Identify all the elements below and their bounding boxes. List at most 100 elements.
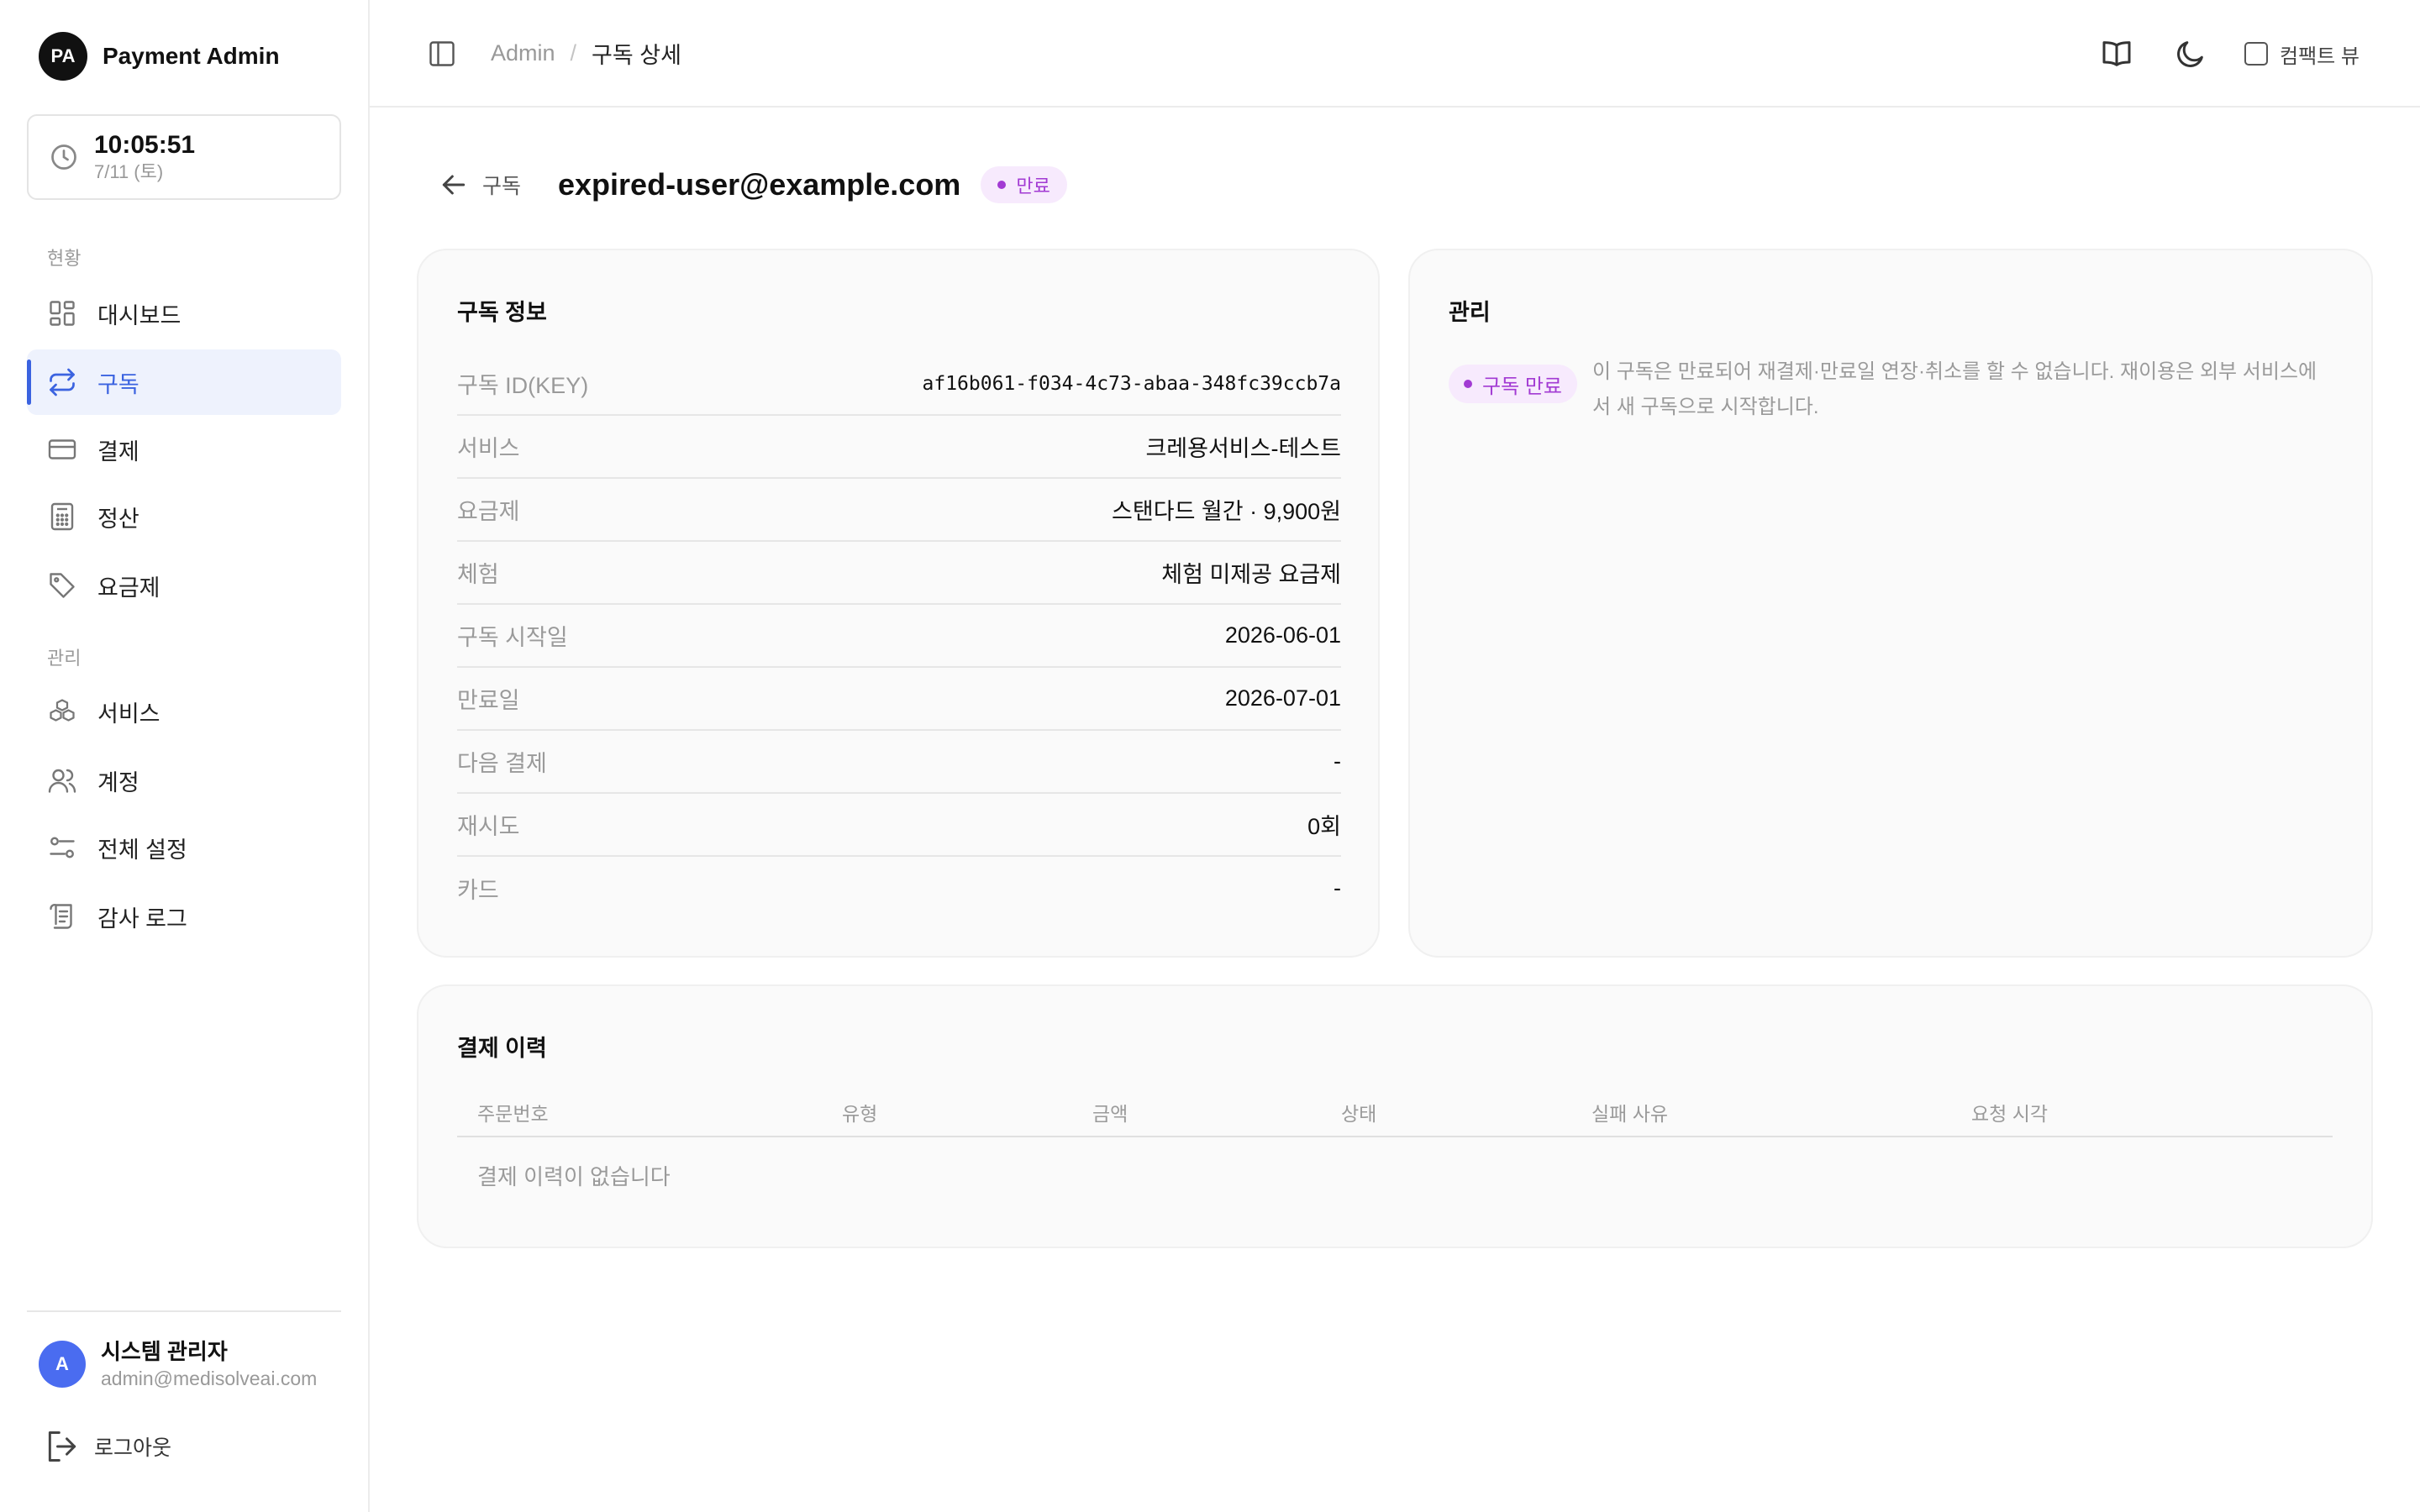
nav-section-manage: 관리 — [47, 648, 82, 669]
sidebar-item-label: 서비스 — [97, 701, 160, 727]
back-button[interactable]: 구독 — [437, 168, 521, 202]
info-value: 0회 — [1307, 814, 1341, 839]
dashboard-icon — [50, 301, 75, 326]
top-actions: 컴팩트 뷰 — [2100, 37, 2360, 71]
arrow-left-icon — [442, 175, 466, 195]
sidebar-toggle-icon[interactable] — [427, 39, 457, 69]
info-value: 스탠다드 월간 · 9,900원 — [1112, 499, 1341, 524]
sidebar-item-label: 계정 — [97, 769, 139, 795]
logout-label: 로그아웃 — [94, 1436, 172, 1460]
payment-history-title: 결제 이력 — [457, 1036, 547, 1061]
empty-state: 결제 이력이 없습니다 — [477, 1163, 671, 1189]
status-badge: 만료 — [981, 166, 1067, 203]
manage-card: 관리 구독 만료 이 구독은 만료되어 재결제·만료일 연장·취소를 할 수 없… — [1408, 249, 2373, 958]
book-open-icon[interactable] — [2100, 37, 2133, 71]
manage-message: 이 구독은 만료되어 재결제·만료일 연장·취소를 할 수 없습니다. 재이용은… — [1592, 360, 2317, 418]
user-profile[interactable]: A 시스템 관리자 admin@medisolveai.com — [39, 1337, 317, 1391]
column-header-failure-reason: 실패 사유 — [1591, 1103, 1669, 1125]
info-value: - — [1334, 748, 1341, 774]
table-header: 주문번호 유형 금액 상태 실패 사유 요청 시각 — [457, 1089, 2333, 1137]
info-label: 서비스 — [457, 436, 520, 461]
sidebar-item-label: 전체 설정 — [97, 837, 187, 863]
sidebar: PA Payment Admin 10:05:51 7/11 (토) 현황 대시… — [0, 0, 370, 1512]
compact-view-toggle[interactable]: 컴팩트 뷰 — [2244, 39, 2360, 69]
sidebar-divider — [27, 1310, 341, 1312]
status-badge-label: 만료 — [1016, 176, 1050, 197]
user-email: admin@medisolveai.com — [101, 1368, 318, 1389]
sidebar-item-services[interactable]: 서비스 — [27, 679, 341, 744]
topbar: Admin / 구독 상세 컴팩트 뷰 — [370, 0, 2420, 108]
info-row-next-payment: 다음 결제 - — [457, 731, 1341, 794]
column-header-requested-at: 요청 시각 — [1971, 1103, 2049, 1125]
expired-badge-label: 구독 만료 — [1482, 375, 1562, 398]
info-label: 재시도 — [457, 814, 520, 839]
sidebar-item-label: 요금제 — [97, 575, 160, 601]
info-row-trial: 체험 체험 미제공 요금제 — [457, 542, 1341, 605]
info-label: 구독 시작일 — [457, 625, 568, 650]
repeat-icon — [50, 368, 75, 396]
manage-body: 구독 만료 이 구독은 만료되어 재결제·만료일 연장·취소를 할 수 없습니다… — [1449, 354, 2332, 425]
info-label: 카드 — [457, 878, 499, 903]
info-value: - — [1334, 875, 1341, 900]
avatar: A — [39, 1341, 86, 1388]
page-header: 구독 expired-user@example.com 만료 — [437, 165, 1067, 205]
sidebar-item-plans[interactable]: 요금제 — [27, 553, 341, 618]
info-label: 만료일 — [457, 688, 520, 713]
info-row-start-date: 구독 시작일 2026-06-01 — [457, 605, 1341, 668]
column-header-type: 유형 — [842, 1103, 878, 1125]
nav-section-status: 현황 — [47, 248, 82, 269]
subscription-info-card: 구독 정보 구독 ID(KEY) af16b061-f034-4c73-abaa… — [417, 249, 1380, 958]
info-label: 요금제 — [457, 499, 520, 524]
info-row-subscription-id: 구독 ID(KEY) af16b061-f034-4c73-abaa-348fc… — [457, 353, 1341, 416]
info-value: 체험 미제공 요금제 — [1161, 562, 1341, 587]
sidebar-item-label: 정산 — [97, 506, 139, 532]
brand-avatar: PA — [39, 32, 87, 81]
payment-history-card: 결제 이력 주문번호 유형 금액 상태 실패 사유 요청 시각 결제 이력이 없… — [417, 984, 2373, 1248]
info-value: af16b061-f034-4c73-abaa-348fc39ccb7a — [922, 372, 1342, 395]
sidebar-item-audit-log[interactable]: 감사 로그 — [27, 884, 341, 949]
clock-card: 10:05:51 7/11 (토) — [27, 114, 341, 200]
app-root: PA Payment Admin 10:05:51 7/11 (토) 현황 대시… — [0, 0, 2420, 1512]
moon-icon[interactable] — [2174, 37, 2207, 71]
sidebar-item-global-settings[interactable]: 전체 설정 — [27, 815, 341, 880]
scroll-icon — [50, 904, 72, 929]
info-label: 체험 — [457, 562, 499, 587]
sidebar-item-subscriptions[interactable]: 구독 — [27, 349, 341, 415]
breadcrumb-current: 구독 상세 — [592, 43, 681, 68]
manage-title: 관리 — [1449, 300, 1491, 325]
breadcrumb: Admin / 구독 상세 — [491, 37, 681, 70]
info-row-service: 서비스 크레용서비스-테스트 — [457, 416, 1341, 479]
subscription-info-list: 구독 ID(KEY) af16b061-f034-4c73-abaa-348fc… — [457, 353, 1341, 920]
breadcrumb-separator: / — [570, 40, 577, 66]
column-header-amount: 금액 — [1092, 1103, 1128, 1125]
clock-date: 7/11 (토) — [94, 161, 164, 182]
breadcrumb-admin[interactable]: Admin — [491, 40, 555, 66]
sidebar-item-dashboard[interactable]: 대시보드 — [27, 281, 341, 346]
brand[interactable]: PA Payment Admin — [39, 32, 280, 81]
column-header-order-no: 주문번호 — [477, 1103, 549, 1125]
settings-sliders-icon — [50, 837, 75, 858]
clock-time: 10:05:51 — [94, 131, 196, 159]
sidebar-item-settlement[interactable]: 정산 — [27, 484, 341, 549]
sidebar-item-payments[interactable]: 결제 — [27, 417, 341, 482]
sidebar-item-label: 결제 — [97, 438, 139, 465]
compact-view-label: 컴팩트 뷰 — [2280, 45, 2360, 68]
sidebar-item-accounts[interactable]: 계정 — [27, 748, 341, 813]
info-value: 2026-06-01 — [1224, 622, 1341, 648]
expired-badge: 구독 만료 — [1449, 365, 1577, 403]
info-value: 2026-07-01 — [1224, 685, 1341, 711]
payment-history-table: 주문번호 유형 금액 상태 실패 사유 요청 시각 결제 이력이 없습니다 — [457, 1089, 2333, 1213]
page-title: expired-user@example.com — [558, 167, 961, 202]
user-name: 시스템 관리자 — [101, 1339, 228, 1364]
logout-icon — [48, 1431, 76, 1462]
column-header-status: 상태 — [1341, 1103, 1377, 1125]
sidebar-item-label: 감사 로그 — [97, 906, 187, 932]
sidebar-item-label: 구독 — [97, 371, 139, 397]
logout-button[interactable]: 로그아웃 — [44, 1428, 171, 1465]
compact-view-checkbox[interactable] — [2244, 42, 2268, 66]
info-label: 다음 결제 — [457, 751, 547, 776]
calculator-icon — [50, 502, 74, 531]
info-row-expiry-date: 만료일 2026-07-01 — [457, 668, 1341, 731]
status-dot — [1464, 380, 1472, 388]
boxes-icon — [50, 699, 75, 722]
